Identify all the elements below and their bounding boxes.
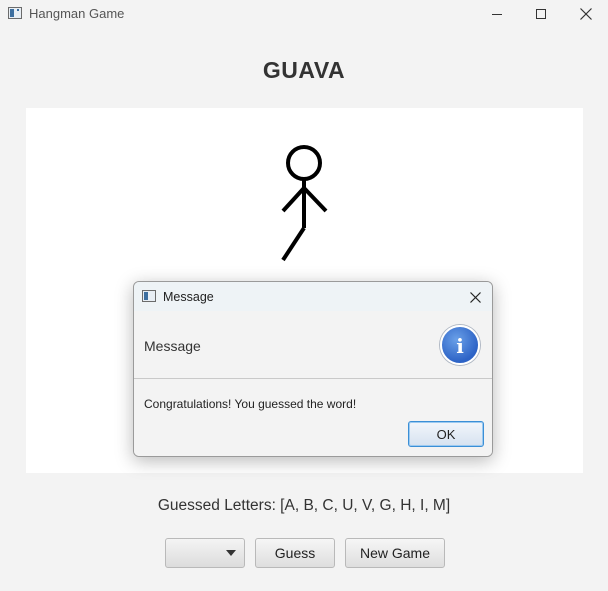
info-glyph: i [456,334,464,358]
hangman-right-arm [302,186,328,213]
close-button[interactable] [563,0,608,28]
hangman-left-leg [281,226,306,262]
app-icon [142,290,156,302]
new-game-button[interactable]: New Game [345,538,445,568]
minimize-button[interactable] [474,0,520,28]
dialog-header: Message i [134,311,492,379]
app-icon [8,7,22,19]
dialog-body: Congratulations! You guessed the word! O… [134,380,492,456]
guess-button[interactable]: Guess [255,538,335,568]
message-dialog: Message Message i Congratulations! You g… [133,281,493,457]
ok-button[interactable]: OK [408,421,484,447]
close-icon [580,8,592,20]
window-titlebar: Hangman Game [0,0,608,28]
dialog-header-text: Message [144,338,201,354]
maximize-button[interactable] [518,0,564,28]
window-title: Hangman Game [29,6,125,21]
word-display: GUAVA [262,57,346,83]
close-icon [469,291,481,303]
info-icon: i [440,325,480,365]
dialog-message: Congratulations! You guessed the word! [144,397,357,411]
dialog-close-button[interactable] [464,286,486,308]
maximize-icon [536,9,546,19]
dialog-title: Message [163,290,214,304]
hangman-left-arm [281,186,306,213]
chevron-down-icon [226,550,236,556]
dialog-titlebar: Message [134,282,492,311]
letter-select[interactable] [165,538,245,568]
minimize-icon [492,13,502,15]
hangman-head [286,145,322,181]
guessed-letters: Guessed Letters: [A, B, C, U, V, G, H, I… [157,497,451,514]
